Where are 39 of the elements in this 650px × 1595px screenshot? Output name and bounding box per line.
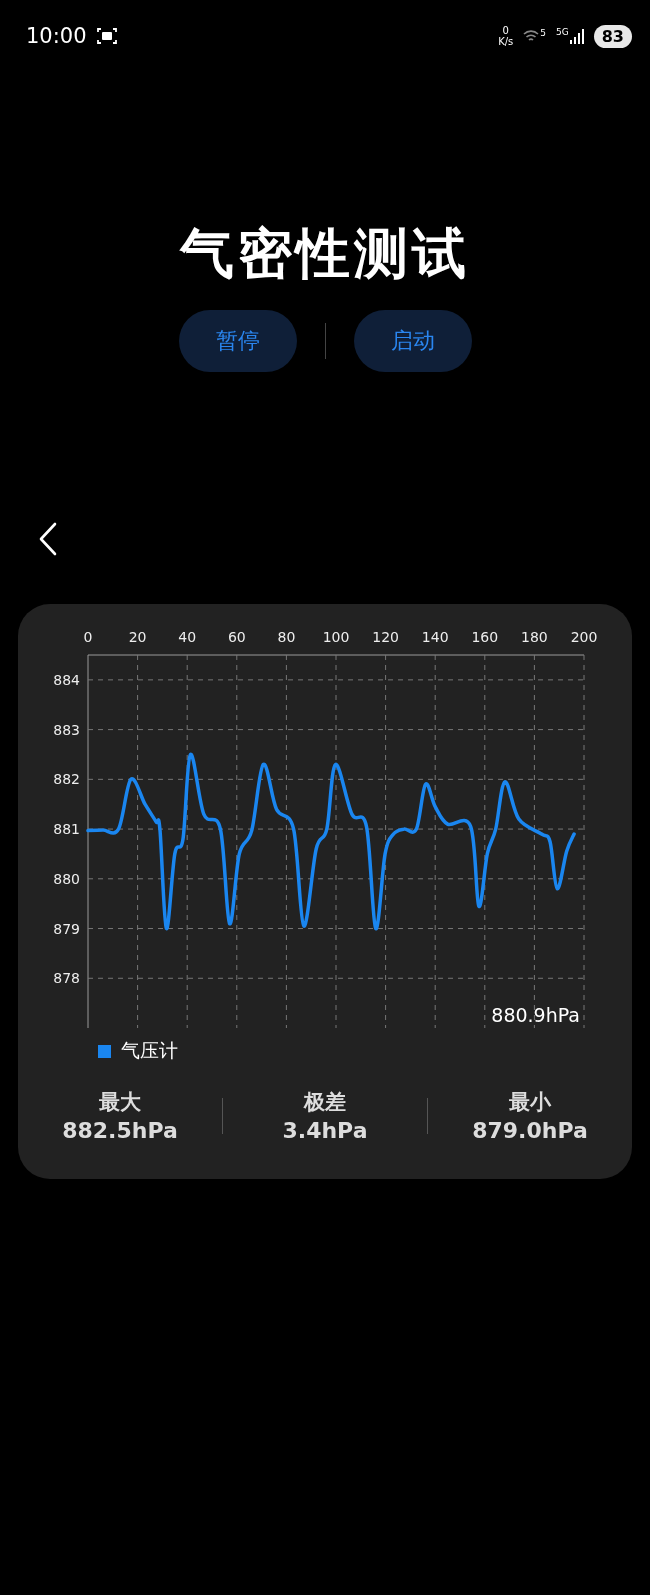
action-button[interactable]: 启动	[353, 310, 472, 372]
x-tick-label: 120	[372, 629, 399, 645]
x-tick-label: 180	[521, 629, 548, 645]
y-tick-label: 879	[53, 920, 80, 937]
network-type-label: 5G	[556, 28, 569, 37]
y-tick-label: 882	[53, 771, 80, 788]
screenshot-icon	[96, 27, 117, 45]
back-icon[interactable]	[38, 522, 58, 556]
x-tick-label: 0	[83, 629, 93, 645]
net-speed-value: 0	[502, 25, 509, 36]
clock-time: 10:00	[26, 24, 87, 48]
x-tick-label: 20	[128, 629, 147, 645]
wifi-icon	[523, 29, 540, 43]
signal-icon	[569, 28, 584, 44]
net-speed-unit: K/s	[498, 36, 514, 47]
x-tick-label: 140	[421, 629, 449, 645]
y-tick-label: 878	[53, 970, 80, 987]
y-tick-label: 884	[53, 671, 80, 688]
wifi-strength-label: 5	[540, 29, 547, 38]
page-title: 气密性测试	[180, 222, 470, 286]
x-tick-label: 100	[322, 629, 350, 645]
battery-badge: 83	[593, 24, 632, 48]
stat-label: 极差	[304, 1089, 346, 1116]
stat-value: 882.5hPa	[62, 1118, 178, 1143]
x-tick-label: 200	[570, 629, 598, 645]
legend-label: 气压计	[121, 1038, 178, 1063]
stat-value: 879.0hPa	[472, 1118, 588, 1143]
y-tick-label: 883	[53, 721, 80, 738]
x-tick-label: 160	[471, 629, 499, 645]
action-button[interactable]: 暂停	[178, 310, 297, 372]
current-reading: 880.9hPa	[491, 1004, 580, 1026]
stat-value: 3.4hPa	[282, 1118, 368, 1143]
y-tick-label: 881	[53, 821, 80, 838]
x-tick-label: 40	[178, 629, 197, 645]
stat-label: 最大	[99, 1089, 141, 1116]
x-tick-label: 60	[227, 629, 246, 645]
stat-label: 最小	[509, 1089, 551, 1116]
x-tick-label: 80	[277, 629, 296, 645]
y-tick-label: 880	[53, 870, 80, 887]
